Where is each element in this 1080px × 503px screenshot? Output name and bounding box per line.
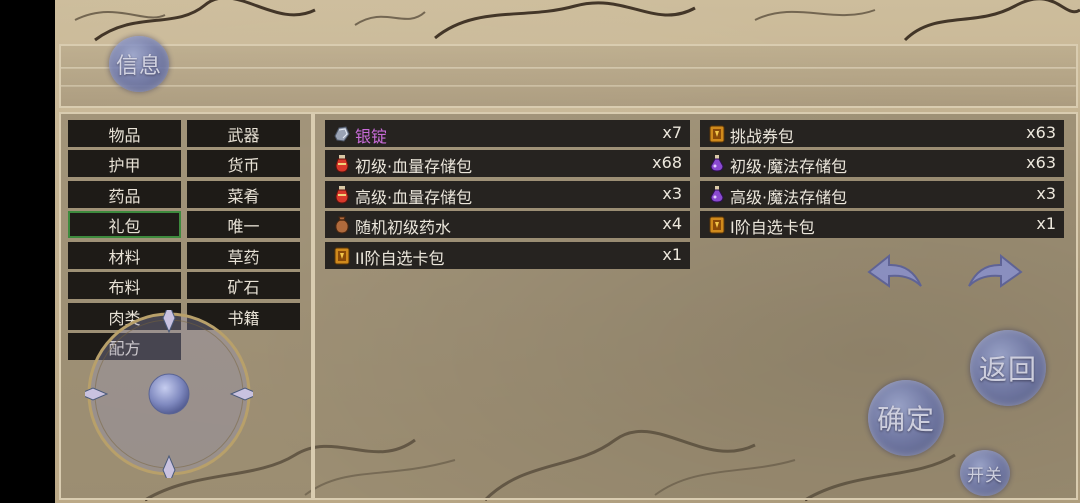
category-currency[interactable]: 货币 (187, 150, 300, 177)
inventory-item[interactable]: I阶自选卡包 x1 (700, 211, 1064, 238)
inventory-item[interactable]: 挑战券包 x63 (700, 120, 1064, 147)
category-ores[interactable]: 矿石 (187, 272, 300, 299)
item-name: II阶自选卡包 (355, 249, 445, 268)
toggle-button[interactable]: 开关 (960, 450, 1010, 496)
confirm-button[interactable]: 确定 (868, 380, 944, 456)
next-page-arrow-icon[interactable] (965, 252, 1025, 292)
item-quantity: x4 (662, 214, 682, 233)
category-armor[interactable]: 护甲 (68, 150, 181, 177)
inventory-item[interactable]: 银锭 x7 (325, 120, 690, 147)
info-bar-decoration (61, 67, 1076, 87)
game-screen: 物品 护甲 药品 礼包 材料 布料 肉类 配方 武器 货币 菜肴 唯一 草药 矿… (55, 0, 1080, 503)
category-items[interactable]: 物品 (68, 120, 181, 147)
category-herbs[interactable]: 草药 (187, 242, 300, 269)
category-materials[interactable]: 材料 (68, 242, 181, 269)
category-cloth[interactable]: 布料 (68, 272, 181, 299)
info-bar (59, 44, 1078, 108)
info-button[interactable]: 信息 (109, 36, 169, 92)
item-quantity: x1 (662, 245, 682, 264)
back-button[interactable]: 返回 (970, 330, 1046, 406)
card-pack-icon (709, 125, 725, 143)
category-weapons[interactable]: 武器 (187, 120, 300, 147)
item-quantity: x63 (1026, 153, 1056, 172)
card-pack-icon (709, 216, 725, 234)
inventory-item[interactable]: 高级·血量存储包 x3 (325, 181, 690, 208)
item-name: 银锭 (355, 127, 388, 146)
item-name: 高级·魔法存储包 (730, 188, 848, 207)
item-name: 初级·魔法存储包 (730, 157, 848, 176)
inventory-item[interactable]: 高级·魔法存储包 x3 (700, 181, 1064, 208)
inventory-item[interactable]: 随机初级药水 x4 (325, 211, 690, 238)
purple-potion-icon (710, 186, 724, 203)
item-quantity: x3 (1036, 184, 1056, 203)
category-gift-pack[interactable]: 礼包 (68, 211, 181, 238)
inventory-item[interactable]: II阶自选卡包 x1 (325, 242, 690, 269)
silver-ingot-icon (334, 126, 350, 142)
item-name: 挑战券包 (730, 127, 795, 146)
red-potion-icon (335, 155, 349, 173)
red-potion-icon (335, 186, 349, 204)
item-quantity: x68 (652, 153, 682, 172)
inventory-item[interactable]: 初级·魔法存储包 x63 (700, 150, 1064, 177)
category-dishes[interactable]: 菜肴 (187, 181, 300, 208)
panel-divider (311, 112, 315, 500)
item-name: I阶自选卡包 (730, 218, 815, 237)
category-unique[interactable]: 唯一 (187, 211, 300, 238)
purple-potion-icon (710, 155, 724, 172)
previous-page-arrow-icon[interactable] (865, 252, 925, 292)
item-name: 随机初级药水 (355, 218, 452, 237)
item-name: 高级·血量存储包 (355, 188, 473, 207)
item-quantity: x3 (662, 184, 682, 203)
item-quantity: x63 (1026, 123, 1056, 142)
card-pack-icon (334, 247, 350, 265)
category-medicine[interactable]: 药品 (68, 181, 181, 208)
item-quantity: x7 (662, 123, 682, 142)
virtual-joystick[interactable] (85, 310, 253, 478)
pouch-icon (335, 216, 349, 234)
item-name: 初级·血量存储包 (355, 157, 473, 176)
item-quantity: x1 (1036, 214, 1056, 233)
inventory-item[interactable]: 初级·血量存储包 x68 (325, 150, 690, 177)
